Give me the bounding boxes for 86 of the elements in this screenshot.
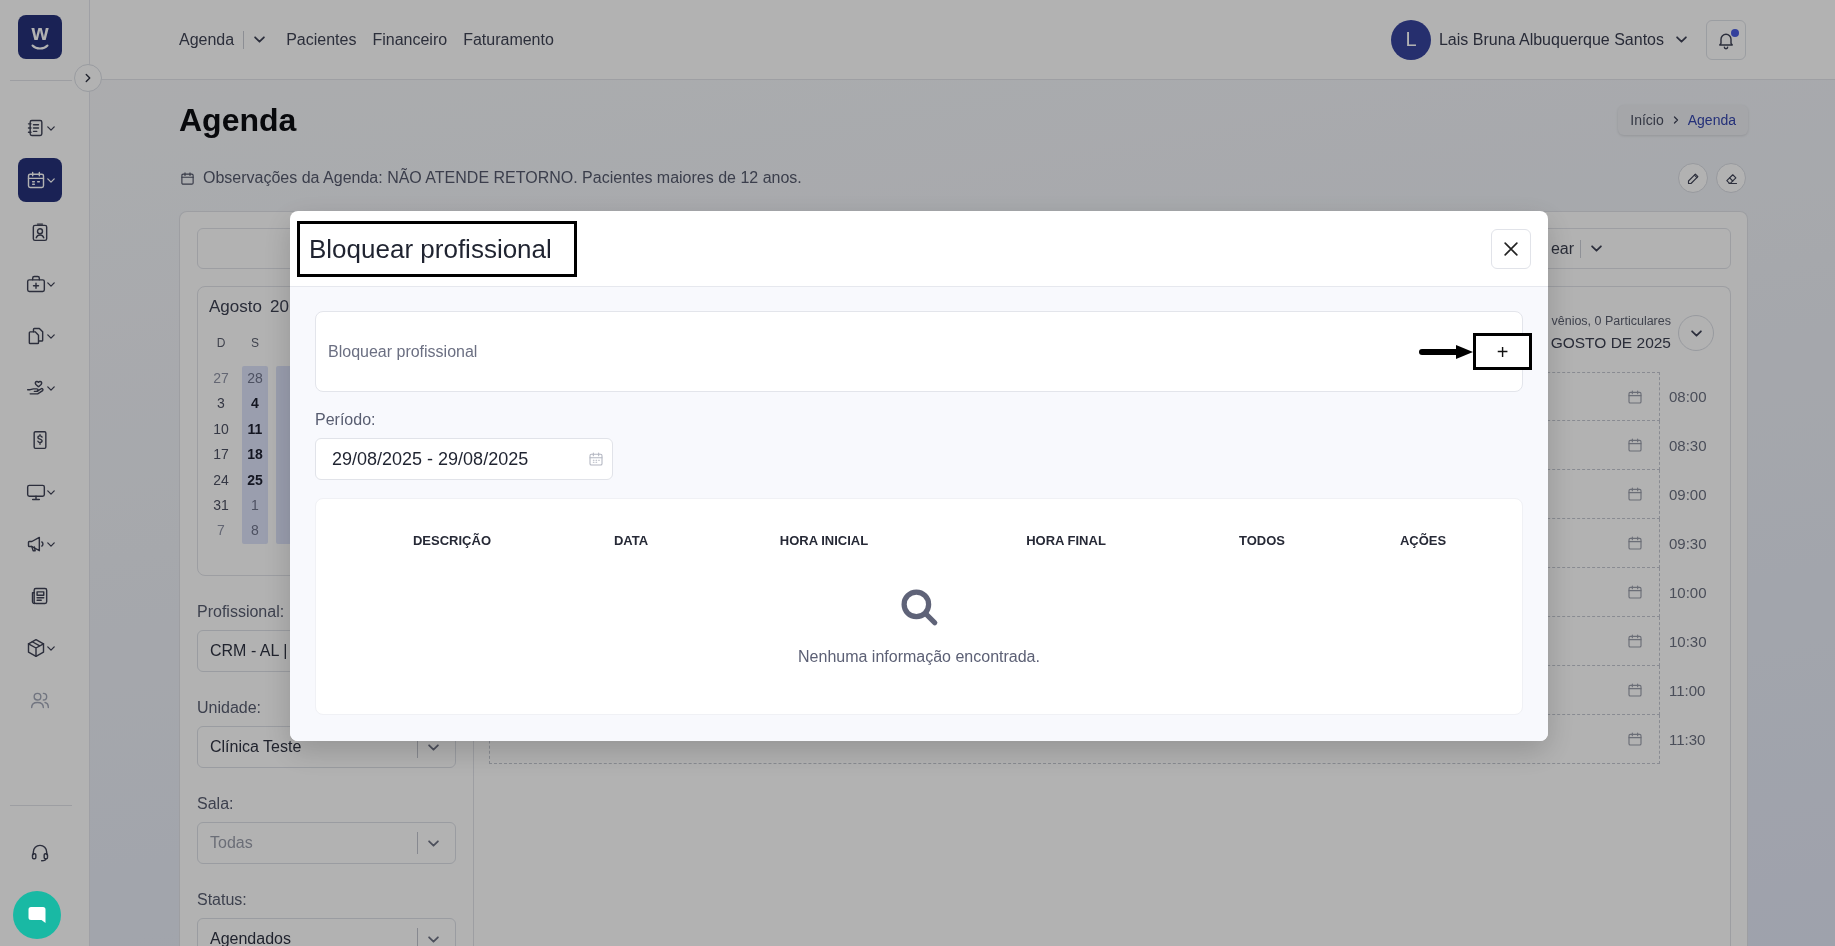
- user-name[interactable]: Lais Bruna Albuquerque Santos: [1438, 30, 1664, 49]
- calendar-icon: [588, 451, 604, 467]
- date-range-field[interactable]: 29/08/2025 - 29/08/2025: [315, 438, 613, 480]
- logo-mark: w: [31, 24, 49, 42]
- calendar-icon: [1627, 388, 1643, 405]
- filter-label: Status:: [197, 890, 248, 910]
- edit-button[interactable]: [1678, 163, 1708, 193]
- column-header: DATA: [613, 532, 649, 548]
- chevron-down-icon[interactable]: [1676, 36, 1687, 43]
- slot-time: 09:30: [1668, 535, 1708, 552]
- calendar-icon: [1627, 731, 1643, 747]
- calendar-day[interactable]: 24: [213, 467, 229, 493]
- calendar-day[interactable]: 10: [213, 416, 229, 443]
- notebook-icon[interactable]: [25, 118, 46, 138]
- calendar-day[interactable]: 31: [213, 492, 229, 519]
- column-header: AÇÕES: [1399, 532, 1447, 548]
- filter-label: Sala:: [197, 794, 235, 814]
- pencil-icon: [1685, 170, 1701, 186]
- filter-label: Profissional:: [197, 602, 286, 622]
- calendar-day[interactable]: 17: [213, 442, 229, 468]
- calendar-day[interactable]: 25: [247, 467, 263, 493]
- calendar-icon: [1627, 584, 1643, 600]
- sidebar-toggle-button[interactable]: [74, 64, 102, 92]
- headset-icon[interactable]: [30, 842, 50, 862]
- period-label: Período:: [315, 411, 376, 429]
- calendar-year: 20: [269, 297, 289, 317]
- calendar-day[interactable]: 4: [251, 391, 259, 417]
- chevron-down-icon[interactable]: [254, 36, 266, 43]
- medical-bag-icon[interactable]: [25, 274, 46, 294]
- close-button[interactable]: [1491, 228, 1531, 269]
- chevron-down-icon[interactable]: [1591, 245, 1602, 252]
- smile-icon: [31, 44, 49, 50]
- chevron-down-icon: [428, 935, 439, 943]
- filter-label: Unidade:: [197, 698, 263, 718]
- chevron-down-icon: [428, 743, 439, 751]
- add-block-label: Bloquear profissional: [328, 342, 478, 361]
- calendar-icon: [1627, 633, 1643, 649]
- box-icon[interactable]: [25, 638, 46, 658]
- nav-link[interactable]: Financeiro: [372, 29, 448, 50]
- slot-time: 09:00: [1668, 486, 1708, 503]
- page-title: Agenda: [179, 101, 297, 140]
- slot-time: 10:00: [1668, 584, 1708, 601]
- calendar-day[interactable]: 18: [247, 442, 263, 468]
- nav-link[interactable]: Faturamento: [463, 29, 554, 50]
- user-avatar[interactable]: L: [1390, 19, 1431, 60]
- calendar-icon: [1627, 437, 1643, 453]
- column-header: HORA INICIAL: [779, 532, 869, 548]
- slot-time: 08:00: [1668, 388, 1708, 405]
- slot-time: 10:30: [1668, 633, 1708, 650]
- calendar-icon: [1627, 486, 1643, 502]
- weekday-label: D: [216, 336, 226, 350]
- schedule-date: GOSTO DE 2025: [1550, 333, 1671, 353]
- chevron-down-icon: [1690, 329, 1702, 337]
- column-header: TODOS: [1239, 532, 1285, 548]
- monitor-icon[interactable]: [25, 482, 46, 502]
- slot-time: 11:00: [1668, 682, 1707, 699]
- calendar-day[interactable]: 3: [217, 391, 225, 417]
- slot-time: 11:30: [1668, 731, 1707, 748]
- notifications-button[interactable]: [1706, 19, 1746, 60]
- nav-link[interactable]: Agenda: [179, 29, 235, 50]
- modal-title: Bloquear profissional: [309, 232, 552, 265]
- breadcrumb-current: Agenda: [1687, 112, 1736, 128]
- chevron-down-icon: [428, 839, 439, 847]
- id-badge-icon[interactable]: [30, 222, 50, 242]
- slot-time: 08:30: [1668, 437, 1708, 454]
- weekday-label: S: [251, 336, 259, 350]
- calendar-icon: [1627, 682, 1643, 698]
- empty-message: Nenhuma informação encontrada.: [798, 647, 1040, 667]
- calendar-month: Agosto: [209, 297, 262, 317]
- calendar-icon: [180, 170, 195, 186]
- megaphone-icon[interactable]: [25, 534, 46, 554]
- newspaper-icon[interactable]: [30, 586, 50, 606]
- agenda-note: Observações da Agenda: NÃO ATENDE RETORNO. Pacientes maiores de 12 anos.: [203, 169, 802, 187]
- breadcrumb-link[interactable]: Início: [1630, 112, 1664, 128]
- nav-link[interactable]: Pacientes: [286, 29, 357, 50]
- column-header: DESCRIÇÃO: [413, 532, 491, 548]
- app-logo[interactable]: w: [18, 15, 62, 59]
- column-header: HORA FINAL: [1026, 532, 1106, 548]
- schedule-summary: vênios, 0 Particulares: [1551, 313, 1671, 329]
- sidebar-nav-button[interactable]: [18, 158, 62, 202]
- hand-heart-icon[interactable]: [25, 378, 46, 398]
- calendar-icon: [1627, 535, 1643, 551]
- dollar-receipt-icon[interactable]: [30, 430, 50, 450]
- calendar-day[interactable]: 11: [247, 416, 263, 443]
- toolbar-action[interactable]: ear: [1550, 239, 1574, 258]
- eraser-button[interactable]: [1716, 163, 1746, 193]
